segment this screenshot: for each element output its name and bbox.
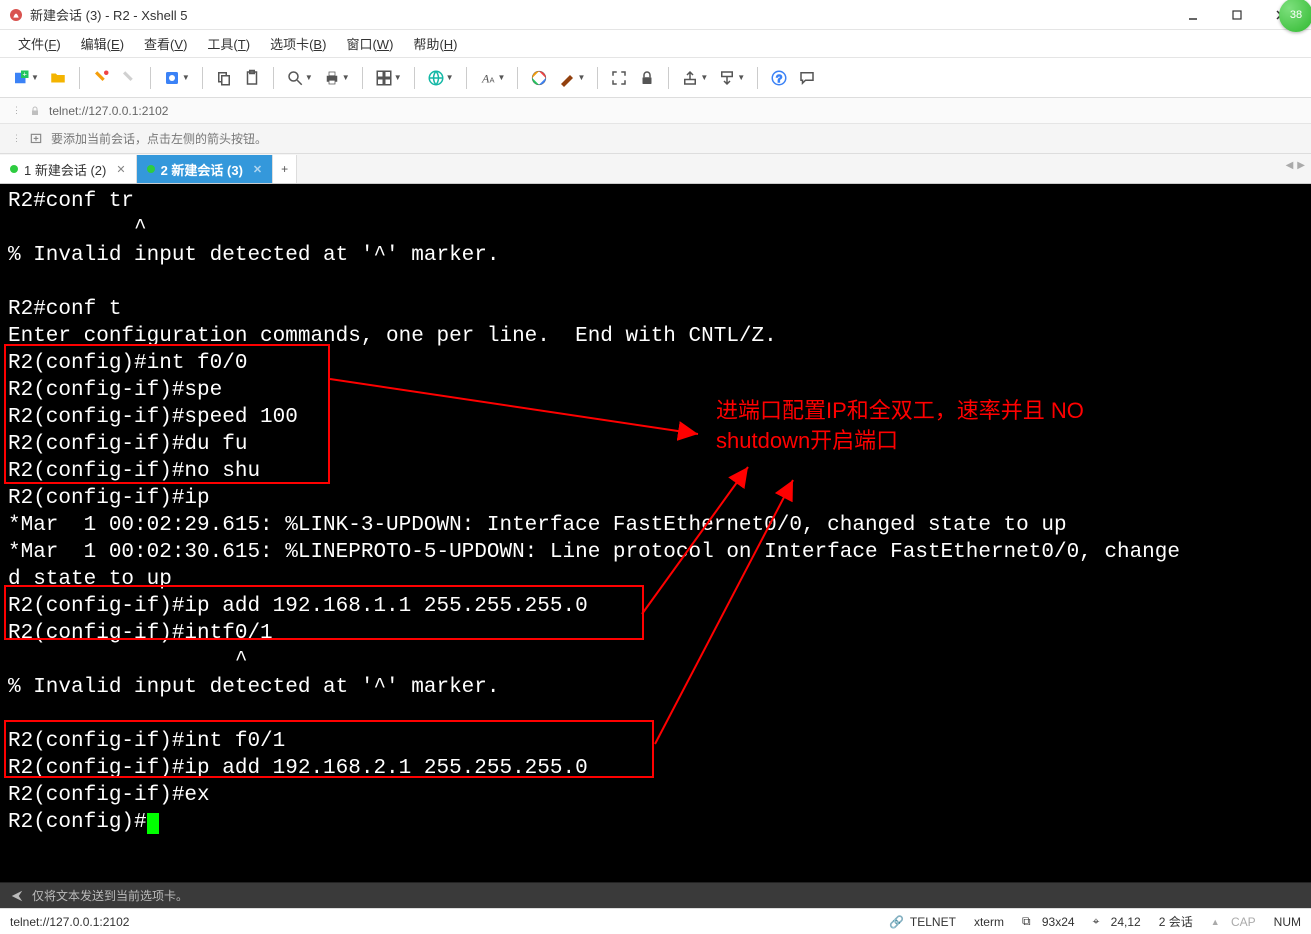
properties-button[interactable]: ▼ (159, 64, 194, 92)
encoding-button[interactable]: ▼ (423, 64, 458, 92)
status-numlock: NUM (1274, 915, 1301, 929)
paste-button[interactable] (239, 64, 265, 92)
hint-bar: ⋮ 要添加当前会话，点击左侧的箭头按钮。 (0, 124, 1311, 154)
status-protocol: 🔗TELNET (889, 915, 956, 929)
tab-prev-icon[interactable]: ◀ (1286, 160, 1294, 171)
terminal[interactable]: R2#conf tr ^ % Invalid input detected at… (0, 184, 1311, 882)
font-button[interactable]: AA▼ (475, 64, 510, 92)
lock-icon (29, 105, 41, 117)
svg-text:A: A (481, 71, 490, 85)
status-size: ⧉ 93x24 (1022, 914, 1075, 929)
address-dropdown-icon[interactable]: ⋮ (12, 105, 21, 116)
chevron-up-icon: ▲ (1211, 917, 1220, 927)
status-bar: telnet://127.0.0.1:2102 🔗TELNET xterm ⧉ … (0, 908, 1311, 934)
transfer-up-button[interactable]: ▼ (677, 64, 712, 92)
address-text[interactable]: telnet://127.0.0.1:2102 (49, 104, 1299, 118)
menu-view[interactable]: 查看(V) (136, 30, 195, 57)
tab-close-icon[interactable]: ✕ (116, 163, 125, 176)
app-icon (8, 7, 24, 23)
terminal-output: R2#conf tr ^ % Invalid input detected at… (8, 188, 1303, 836)
menu-tabs[interactable]: 选项卡(B) (262, 30, 334, 57)
feedback-button[interactable] (794, 64, 820, 92)
open-button[interactable] (45, 64, 71, 92)
link-icon: 🔗 (889, 915, 904, 929)
reconnect-button[interactable] (88, 64, 114, 92)
send-placeholder[interactable]: 仅将文本发送到当前选项卡。 (32, 887, 188, 904)
size-icon: ⧉ (1022, 914, 1031, 929)
help-button[interactable]: ? (766, 64, 792, 92)
add-tab-button[interactable]: + (273, 155, 297, 183)
tab-bar: 1 新建会话 (2) ✕ 2 新建会话 (3) ✕ + ◀ ▶ (0, 154, 1311, 184)
find-button[interactable]: ▼ (282, 64, 317, 92)
fullscreen-button[interactable] (606, 64, 632, 92)
tab-nav: ◀ ▶ (1286, 160, 1305, 171)
tab-label: 1 新建会话 (2) (24, 160, 106, 179)
send-icon[interactable] (10, 889, 24, 903)
status-position: ⌖ 24,12 (1093, 914, 1141, 929)
add-session-icon[interactable] (29, 132, 43, 146)
status-capslock: ▲ CAP (1211, 915, 1256, 929)
hint-text: 要添加当前会话，点击左侧的箭头按钮。 (51, 130, 267, 147)
svg-text:A: A (489, 75, 494, 84)
new-session-button[interactable]: +▼ (8, 64, 43, 92)
tab-session-2[interactable]: 2 新建会话 (3) ✕ (137, 155, 274, 183)
annotation-text: 进端口配置IP和全双工，速率并且 NO shutdown开启端口 (716, 396, 1084, 456)
maximize-button[interactable] (1215, 0, 1259, 30)
menubar: 文件(F) 编辑(E) 查看(V) 工具(T) 选项卡(B) 窗口(W) 帮助(… (0, 30, 1311, 58)
toolbar: +▼ ▼ ▼ ▼ ▼ ▼ AA▼ ▼ ▼ ▼ ? (0, 58, 1311, 98)
menu-edit[interactable]: 编辑(E) (73, 30, 132, 57)
window-title: 新建会话 (3) - R2 - Xshell 5 (30, 5, 187, 24)
tab-label: 2 新建会话 (3) (161, 160, 243, 179)
svg-text:?: ? (776, 72, 782, 84)
status-connection: telnet://127.0.0.1:2102 (10, 915, 129, 929)
menu-help[interactable]: 帮助(H) (405, 30, 465, 57)
svg-text:+: + (23, 69, 28, 78)
cursor (147, 813, 159, 834)
pos-icon: ⌖ (1093, 914, 1100, 929)
layout-button[interactable]: ▼ (371, 64, 406, 92)
menu-file[interactable]: 文件(F) (10, 30, 69, 57)
tab-next-icon[interactable]: ▶ (1297, 160, 1305, 171)
color-button[interactable] (526, 64, 552, 92)
update-badge[interactable]: 38 (1279, 0, 1311, 32)
minimize-button[interactable] (1171, 0, 1215, 30)
lock-button[interactable] (634, 64, 660, 92)
tab-session-1[interactable]: 1 新建会话 (2) ✕ (0, 155, 137, 183)
hint-dropdown-icon[interactable]: ⋮ (12, 133, 21, 144)
send-bar: 仅将文本发送到当前选项卡。 (0, 882, 1311, 908)
address-bar: ⋮ telnet://127.0.0.1:2102 (0, 98, 1311, 124)
titlebar: 新建会话 (3) - R2 - Xshell 5 38 (0, 0, 1311, 30)
status-terminal-type: xterm (974, 915, 1004, 929)
highlight-button[interactable]: ▼ (554, 64, 589, 92)
transfer-down-button[interactable]: ▼ (714, 64, 749, 92)
status-dot-icon (147, 165, 155, 173)
tab-close-icon[interactable]: ✕ (253, 163, 262, 176)
print-button[interactable]: ▼ (319, 64, 354, 92)
status-sessions: 2 会话 (1159, 913, 1193, 930)
menu-window[interactable]: 窗口(W) (338, 30, 401, 57)
menu-tools[interactable]: 工具(T) (199, 30, 258, 57)
status-dot-icon (10, 165, 18, 173)
disconnect-button[interactable] (116, 64, 142, 92)
copy-button[interactable] (211, 64, 237, 92)
